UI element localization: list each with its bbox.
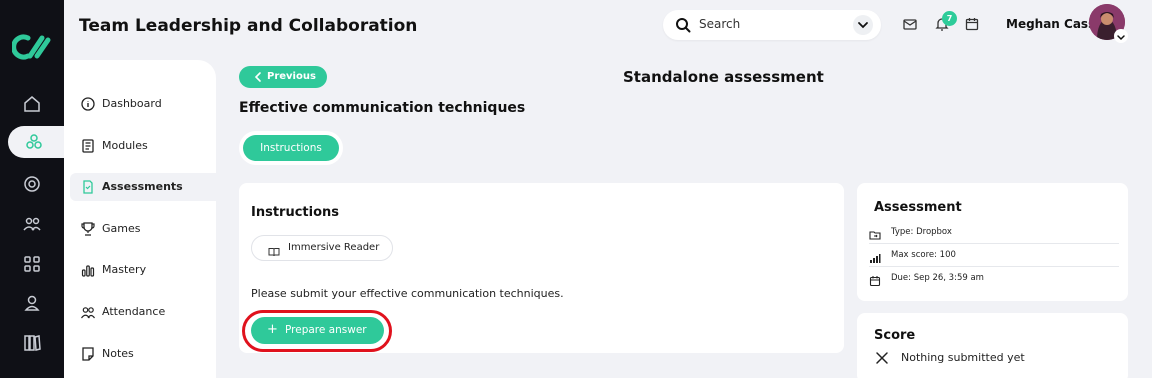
score-status: Nothing submitted yet xyxy=(901,351,1025,364)
sidebar-item-label: Games xyxy=(102,222,141,235)
close-icon xyxy=(875,350,889,364)
previous-button[interactable]: Previous xyxy=(239,66,327,88)
search-icon xyxy=(675,17,691,33)
prepare-answer-label: Prepare answer xyxy=(285,324,367,336)
prepare-answer-button[interactable]: + Prepare answer xyxy=(251,317,384,344)
sidebar-item-dashboard[interactable]: Dashboard xyxy=(70,90,216,118)
chevron-down-icon[interactable] xyxy=(853,15,873,35)
assessment-info-title: Assessment xyxy=(874,200,962,215)
sidebar-item-games[interactable]: Games xyxy=(70,215,216,243)
mail-icon[interactable] xyxy=(902,16,918,32)
book-icon xyxy=(80,138,96,154)
instruction-text: Please submit your effective communicati… xyxy=(251,287,564,300)
sidebar-item-modules[interactable]: Modules xyxy=(70,132,216,160)
group-icon[interactable] xyxy=(22,214,42,234)
signal-bars-icon xyxy=(869,249,881,263)
chevron-left-icon xyxy=(253,71,263,83)
rail-active-item[interactable] xyxy=(8,126,72,158)
plus-icon: + xyxy=(267,322,278,337)
score-title: Score xyxy=(874,328,916,343)
tab-bar: Instructions xyxy=(239,131,343,165)
user-name[interactable]: Meghan Cass xyxy=(1006,17,1095,31)
brand-logo-icon[interactable] xyxy=(11,32,52,62)
due-date: Due: Sep 26, 3:59 am xyxy=(891,273,984,283)
sidebar-item-label: Assessments xyxy=(102,180,183,193)
immersive-reader-button[interactable]: Immersive Reader xyxy=(251,235,393,261)
page-title: Standalone assessment xyxy=(623,68,824,86)
assessment-title: Effective communication techniques xyxy=(239,100,526,116)
notification-badge: 7 xyxy=(942,11,957,26)
icon-rail xyxy=(0,0,72,378)
library-icon[interactable] xyxy=(22,333,42,353)
max-score: Max score: 100 xyxy=(891,250,956,260)
assessment-type: Type: Dropbox xyxy=(891,227,952,237)
bar-chart-icon xyxy=(80,262,96,278)
target-icon[interactable] xyxy=(22,174,42,194)
search-placeholder: Search xyxy=(699,17,741,31)
score-card: Score Nothing submitted yet xyxy=(857,313,1128,378)
sidebar-item-assessments[interactable]: Assessments xyxy=(70,173,216,201)
calendar-icon xyxy=(869,272,881,287)
note-icon xyxy=(80,346,96,362)
reader-book-icon xyxy=(268,243,280,257)
previous-label: Previous xyxy=(267,71,316,82)
grid-icon[interactable] xyxy=(22,254,42,274)
sidebar-item-label: Notes xyxy=(102,347,134,360)
sidebar-item-label: Mastery xyxy=(102,263,147,276)
search-input[interactable]: Search xyxy=(663,10,881,40)
user-icon[interactable] xyxy=(22,293,42,313)
home-icon[interactable] xyxy=(22,94,42,114)
course-title: Team Leadership and Collaboration xyxy=(79,16,418,36)
sidebar-item-label: Modules xyxy=(102,139,148,152)
info-circle-icon xyxy=(80,96,96,112)
modules-cluster-icon xyxy=(24,132,44,152)
avatar-chevron-icon[interactable] xyxy=(1114,29,1128,43)
due-date-row: Due: Sep 26, 3:59 am xyxy=(869,268,1119,290)
sidebar-item-label: Attendance xyxy=(102,305,166,318)
sidebar-item-attendance[interactable]: Attendance xyxy=(70,298,216,326)
document-icon xyxy=(80,179,96,195)
max-score-row: Max score: 100 xyxy=(869,245,1119,267)
sidebar-item-mastery[interactable]: Mastery xyxy=(70,256,216,284)
assessment-info-card: Assessment Type: Dropbox Max score: 100 … xyxy=(857,183,1128,301)
people-icon xyxy=(80,304,96,320)
trophy-icon xyxy=(80,221,96,237)
sidebar-item-notes[interactable]: Notes xyxy=(70,340,216,368)
calendar-icon[interactable] xyxy=(964,16,980,32)
folder-icon xyxy=(869,226,881,240)
sidebar-item-label: Dashboard xyxy=(102,97,162,110)
tab-instructions[interactable]: Instructions xyxy=(243,135,339,161)
instructions-heading: Instructions xyxy=(251,205,340,220)
immersive-reader-label: Immersive Reader xyxy=(288,242,380,253)
course-sidebar: Dashboard Modules Assessments Games Mast… xyxy=(64,60,216,378)
assessment-type-row: Type: Dropbox xyxy=(869,222,1119,244)
